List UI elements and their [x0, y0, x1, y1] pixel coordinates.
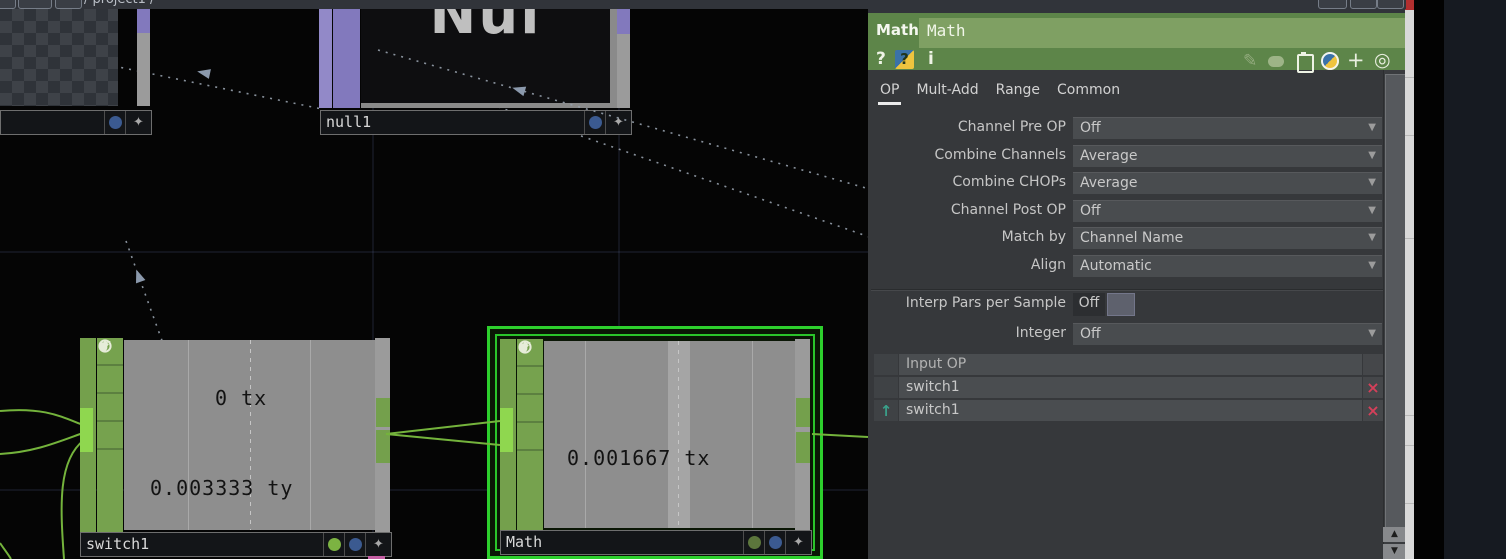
dropdown-value: Off: [1080, 120, 1101, 136]
param-dropdown[interactable]: Off ▼: [1073, 117, 1382, 139]
input-op-value[interactable]: switch1: [899, 400, 1362, 421]
param-row: Align Automatic ▼: [868, 254, 1388, 277]
param-label[interactable]: Channel Post OP: [868, 200, 1066, 218]
param-label[interactable]: Combine CHOPs: [868, 172, 1066, 190]
header-spacer-cell: [1363, 354, 1383, 375]
param-dropdown[interactable]: Automatic ▼: [1073, 254, 1382, 277]
param-row: Channel Post OP Off ▼: [868, 199, 1388, 222]
top-toolbar: / project1 /: [0, 0, 1406, 9]
param-dropdown[interactable]: Channel Name ▼: [1073, 227, 1382, 249]
param-row: Combine Channels Average ▼: [868, 144, 1388, 167]
input-op-value[interactable]: switch1: [899, 377, 1362, 398]
row-handle-cell[interactable]: [874, 377, 898, 398]
delete-input-icon[interactable]: ×: [1363, 400, 1383, 421]
chevron-down-icon: ▼: [1368, 149, 1376, 161]
touchdesigner-window: ✦ Nul null1 ✦ 0 tx 0.003333 ty switch1 ✦…: [0, 0, 1506, 559]
param-row: Match by Channel Name ▼: [868, 227, 1388, 249]
table-row: switch1 ×: [874, 377, 1383, 398]
empty-region: [1414, 0, 1444, 559]
splitter-handle[interactable]: [1405, 0, 1414, 10]
tab-mult-add[interactable]: Mult-Add: [916, 82, 978, 105]
toolbar-button[interactable]: [18, 0, 52, 9]
interp-toggle-knob[interactable]: [1107, 293, 1135, 316]
pane-button[interactable]: [1318, 0, 1347, 9]
param-row: Channel Pre OP Off ▼: [868, 117, 1388, 139]
chevron-down-icon: ▼: [1368, 259, 1376, 271]
op-name-field[interactable]: Math: [919, 18, 1406, 48]
param-label[interactable]: Match by: [868, 227, 1066, 245]
pane-button[interactable]: [1350, 0, 1377, 9]
active-input-arrow-icon[interactable]: ↑: [874, 400, 898, 421]
adjacent-pane-edge: [1444, 0, 1506, 559]
dropdown-value: Average: [1080, 175, 1138, 191]
pane-button[interactable]: [1377, 0, 1404, 9]
dropdown-value: Automatic: [1080, 257, 1152, 274]
parameter-tabs: OP Mult-Add Range Common: [877, 82, 1120, 105]
dropdown-value: Off: [1080, 326, 1101, 342]
dropdown-value: Channel Name: [1080, 230, 1184, 246]
dropdown-value: Off: [1080, 202, 1101, 219]
param-row-integer: Integer Off ▼: [868, 323, 1388, 345]
tab-op[interactable]: OP: [877, 82, 902, 105]
delete-input-icon[interactable]: ×: [1363, 377, 1383, 398]
tab-range[interactable]: Range: [996, 82, 1040, 105]
op-type-label: Math: [876, 21, 919, 39]
dropdown-value: Average: [1080, 147, 1138, 164]
target-icon[interactable]: ◎: [1374, 49, 1391, 71]
param-label[interactable]: Channel Pre OP: [868, 117, 1066, 135]
pencil-icon[interactable]: ✎: [1243, 51, 1257, 71]
parameter-panel: Math Math ? ? i ✎ + ◎ OP Mult-Add Range Com…: [868, 0, 1406, 559]
network-path-breadcrumb[interactable]: / project1 /: [84, 0, 154, 7]
row-handle-cell[interactable]: [874, 354, 898, 375]
param-dropdown[interactable]: Off ▼: [1073, 199, 1382, 222]
tab-common[interactable]: Common: [1057, 82, 1120, 105]
chevron-down-icon: ▼: [1368, 122, 1376, 133]
table-header-row: Input OP: [874, 354, 1383, 375]
help-icon[interactable]: ?: [876, 49, 886, 69]
param-row-interp: Interp Pars per Sample Off: [868, 293, 1388, 316]
info-icon[interactable]: i: [928, 49, 934, 69]
copy-parameters-icon[interactable]: [1297, 52, 1314, 73]
section-divider: [871, 289, 1383, 291]
chevron-down-icon: ▼: [1368, 177, 1376, 188]
param-dropdown[interactable]: Average ▼: [1073, 172, 1382, 194]
param-label[interactable]: Align: [868, 255, 1066, 273]
param-row: Combine CHOPs Average ▼: [868, 172, 1388, 194]
toolbar-bookmark-button[interactable]: [55, 0, 82, 9]
interp-toggle-value[interactable]: Off: [1073, 293, 1105, 316]
chevron-down-icon: ▼: [1368, 328, 1376, 339]
param-label[interactable]: Interp Pars per Sample: [868, 293, 1066, 311]
panel-scrollbar-thumb[interactable]: [1385, 74, 1406, 529]
param-dropdown[interactable]: Average ▼: [1073, 144, 1382, 167]
scroll-down-button[interactable]: ▼: [1383, 544, 1406, 559]
pane-splitter[interactable]: [1405, 0, 1414, 559]
chevron-down-icon: ▼: [1368, 232, 1376, 243]
param-label[interactable]: Integer: [868, 323, 1066, 341]
toolbar-button[interactable]: [0, 0, 16, 9]
integer-dropdown[interactable]: Off ▼: [1073, 323, 1382, 345]
input-op-table: Input OP switch1 × ↑ switch1 ×: [874, 354, 1383, 423]
wires-layer-over: [377, 49, 868, 446]
network-editor[interactable]: ✦ Nul null1 ✦ 0 tx 0.003333 ty switch1 ✦…: [0, 0, 868, 559]
comment-icon[interactable]: [1268, 56, 1284, 67]
python-help-icon[interactable]: ?: [895, 50, 914, 69]
add-parameter-icon[interactable]: +: [1347, 48, 1365, 72]
input-op-header: Input OP: [899, 354, 1362, 375]
scroll-up-button[interactable]: ▲: [1383, 527, 1406, 542]
python-expressions-icon[interactable]: [1321, 52, 1339, 70]
table-row: ↑ switch1 ×: [874, 400, 1383, 421]
parameter-header: Math Math ? ? i ✎ + ◎: [868, 13, 1406, 73]
chevron-down-icon: ▼: [1368, 204, 1376, 216]
param-label[interactable]: Combine Channels: [868, 145, 1066, 163]
